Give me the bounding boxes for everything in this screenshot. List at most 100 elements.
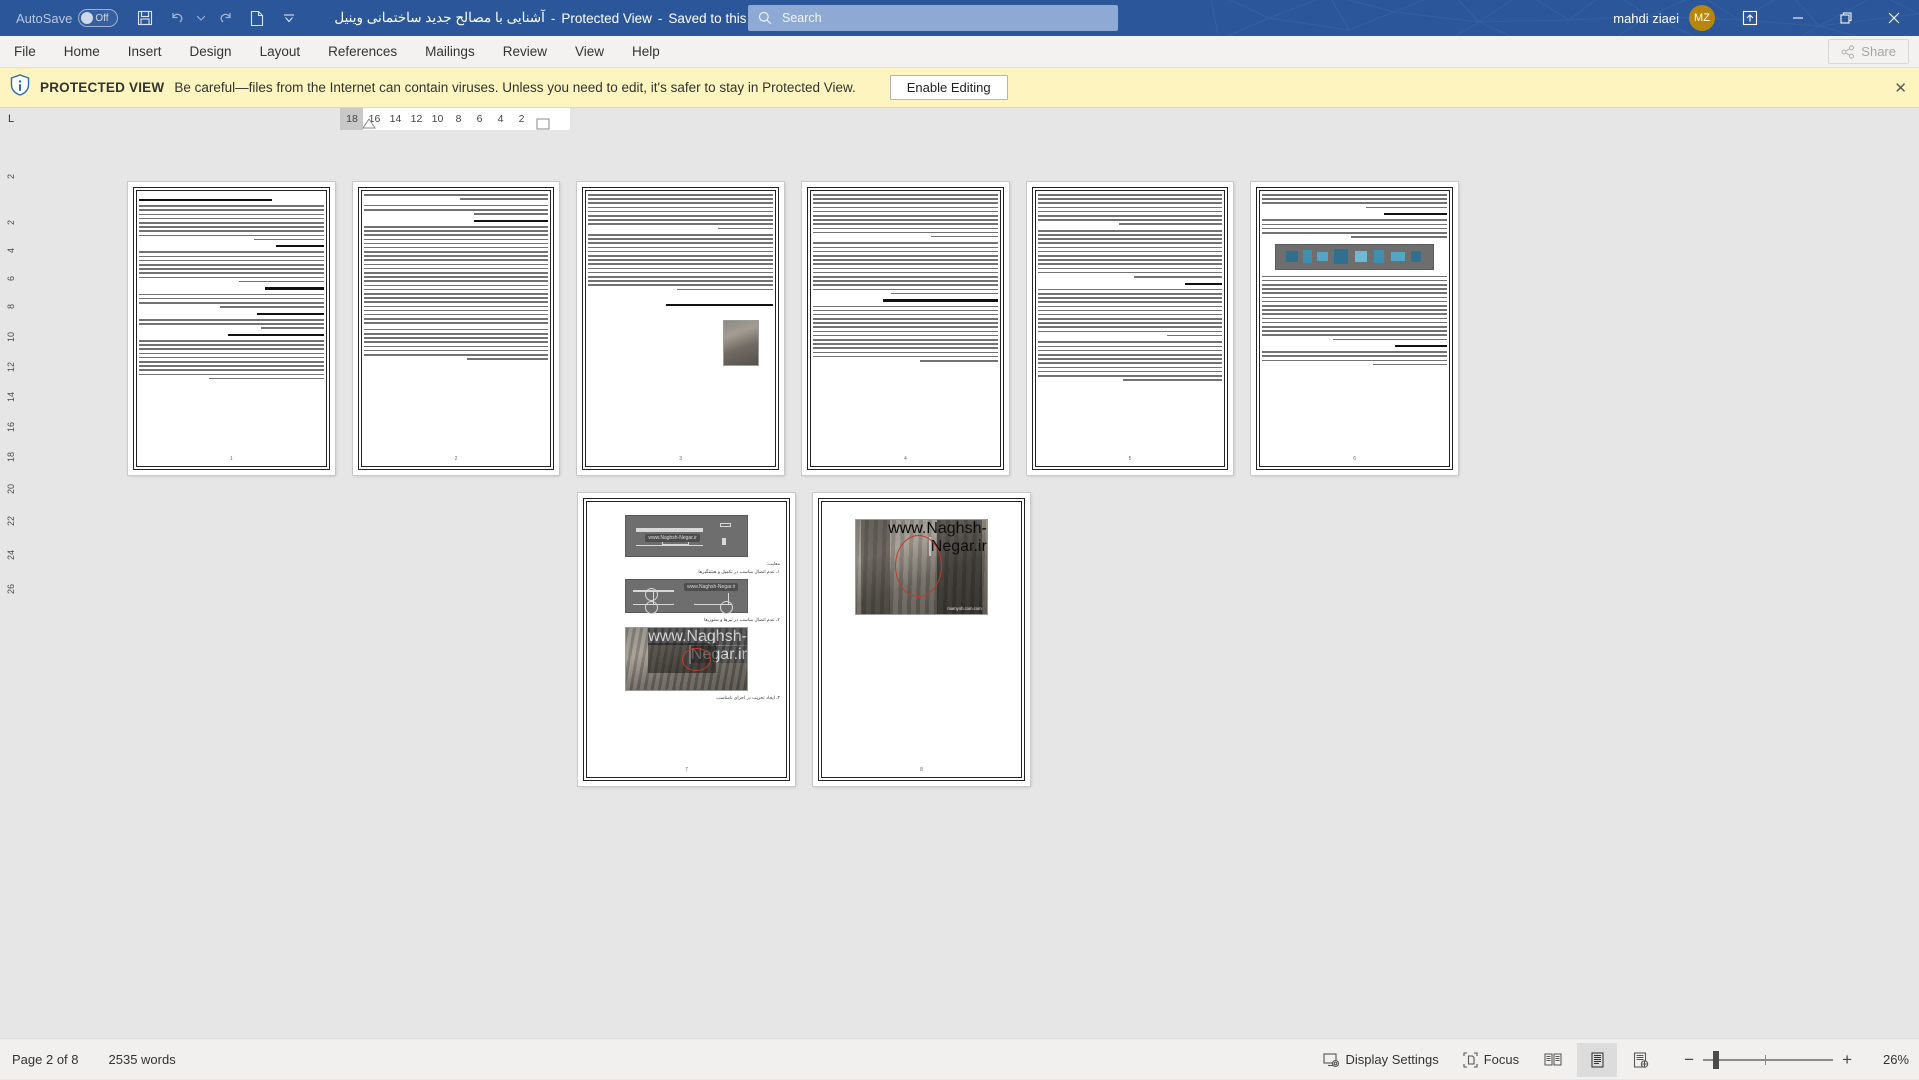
ribbon-display-options-icon[interactable] (1727, 0, 1773, 36)
ruler-tick: 4 (490, 113, 511, 125)
avatar[interactable]: MZ (1689, 5, 1715, 31)
page-content (588, 194, 773, 463)
autosave-label: AutoSave (16, 11, 72, 26)
ribbon-tab-bar: File Home Insert Design Layout Reference… (0, 36, 1919, 68)
close-button[interactable] (1871, 0, 1917, 36)
tab-view[interactable]: View (561, 36, 618, 68)
page-indicator[interactable]: Page 2 of 8 (12, 1052, 79, 1067)
print-layout-icon (1590, 1052, 1605, 1068)
page-thumbnail[interactable]: www.Naghsh-Negar.ir معایب: ۱ـ عدم اتصال … (578, 493, 795, 786)
autosave-switch[interactable]: Off (78, 9, 118, 27)
page-thumbnail[interactable]: www.Naghsh-Negar.ir mamyoh.com.com 8 (813, 493, 1030, 786)
tab-home[interactable]: Home (50, 36, 114, 68)
zoom-thumb[interactable] (1713, 1051, 1719, 1069)
page-thumbnail[interactable]: 1 (128, 182, 335, 475)
zoom-in-button[interactable]: + (1833, 1050, 1861, 1070)
image-caption: ۳ـ ایجاد تخریب در اجرای نامناسب (593, 695, 780, 701)
page-number: 8 (813, 767, 1030, 773)
indent-marker-icon[interactable] (362, 118, 376, 129)
vruler-tick: 2 (6, 174, 16, 179)
zoom-out-button[interactable]: − (1675, 1050, 1703, 1070)
page-number: 1 (128, 456, 335, 462)
page-thumbnail[interactable]: 3 (577, 182, 784, 475)
share-icon (1841, 45, 1855, 59)
search-input[interactable]: Search (748, 5, 1118, 31)
tab-references[interactable]: References (314, 36, 411, 68)
protected-view-bar: PROTECTED VIEW Be careful—files from the… (0, 68, 1919, 108)
tab-insert[interactable]: Insert (114, 36, 176, 68)
page-thumbnail[interactable]: 6 (1251, 182, 1458, 475)
page-thumbnail-area: 1 (128, 182, 1458, 804)
tab-file[interactable]: File (0, 36, 50, 68)
undo-dropdown-icon[interactable] (194, 4, 208, 32)
image-caption: ۱ـ عدم اتصال مناسب در تکمیل و هشتگیرها (593, 569, 780, 575)
protected-view-message: Be careful—files from the Internet can c… (174, 80, 855, 95)
web-layout-button[interactable] (1621, 1043, 1661, 1077)
document-name: آشنایی با مصالح جدید ساختمانی وینیل (334, 10, 544, 26)
autosave-state: Off (95, 13, 108, 24)
tab-review[interactable]: Review (489, 36, 561, 68)
share-button[interactable]: Share (1828, 39, 1909, 64)
vertical-ruler: 2 2 4 6 8 10 12 14 16 18 20 22 24 26 (0, 132, 22, 1038)
protected-view-indicator: Protected View (561, 11, 652, 26)
focus-button[interactable]: Focus (1453, 1039, 1529, 1080)
page-number: 5 (1027, 456, 1234, 462)
autosave-knob (81, 12, 93, 24)
page-number: 6 (1251, 456, 1458, 462)
focus-label: Focus (1484, 1052, 1519, 1067)
new-document-icon[interactable] (242, 4, 272, 32)
status-bar: Page 2 of 8 2535 words Display Settings … (0, 1038, 1919, 1079)
page-photo: www.Naghsh-Negar.ir (625, 627, 748, 691)
zoom-slider[interactable]: − + (1675, 1050, 1861, 1070)
ruler-bar: L 16 14 12 10 8 6 4 2 18 (0, 108, 1919, 130)
tab-mailings[interactable]: Mailings (411, 36, 489, 68)
redo-icon[interactable] (210, 4, 240, 32)
document-canvas[interactable]: 2 2 4 6 8 10 12 14 16 18 20 22 24 26 (0, 132, 1919, 1038)
read-mode-button[interactable] (1533, 1043, 1573, 1077)
page-thumbnail[interactable]: 5 (1027, 182, 1234, 475)
print-layout-button[interactable] (1577, 1043, 1617, 1077)
page-number: 3 (577, 456, 784, 462)
zoom-track[interactable] (1703, 1059, 1833, 1061)
undo-icon[interactable] (162, 4, 192, 32)
tab-design[interactable]: Design (176, 36, 246, 68)
word-count[interactable]: 2535 words (109, 1052, 176, 1067)
zoom-midpoint (1765, 1055, 1766, 1065)
page-content (813, 194, 998, 463)
focus-icon (1463, 1052, 1478, 1068)
protected-view-label: PROTECTED VIEW (40, 80, 164, 95)
page-content (364, 194, 549, 463)
page-content (1038, 194, 1223, 463)
ruler-tick: 10 (427, 113, 448, 125)
vruler-tick: 8 (6, 304, 16, 309)
customize-quick-access-icon[interactable] (274, 4, 304, 32)
autosave-toggle[interactable]: AutoSave Off (10, 7, 124, 29)
enable-editing-button[interactable]: Enable Editing (890, 75, 1008, 100)
image-credit: mamyoh.com.com (947, 606, 981, 611)
read-mode-icon (1544, 1052, 1562, 1067)
restore-button[interactable] (1823, 0, 1869, 36)
zoom-level[interactable]: 26% (1865, 1052, 1909, 1067)
title-separator-1: - (551, 11, 556, 26)
title-bar-right: mahdi ziaei MZ (1613, 0, 1919, 36)
ruler-tick: 2 (511, 113, 532, 125)
close-icon[interactable]: ✕ (1894, 79, 1907, 97)
display-settings-icon (1323, 1052, 1340, 1068)
vruler-tick: 6 (6, 276, 16, 281)
vruler-tick: 14 (6, 392, 16, 402)
minimize-button[interactable] (1775, 0, 1821, 36)
shield-info-icon (10, 74, 30, 101)
page-thumbnail[interactable]: 2 (353, 182, 560, 475)
vruler-tick: 10 (6, 332, 16, 342)
quick-access-toolbar: AutoSave Off (0, 4, 304, 32)
tab-stop-selector[interactable]: L (0, 108, 22, 130)
left-indent-marker-icon[interactable] (536, 118, 550, 130)
save-icon[interactable] (130, 4, 160, 32)
page-number: 2 (353, 456, 560, 462)
page-thumbnail[interactable]: 4 (802, 182, 1009, 475)
tab-layout[interactable]: Layout (246, 36, 315, 68)
account-name[interactable]: mahdi ziaei (1613, 11, 1679, 26)
display-settings-button[interactable]: Display Settings (1313, 1039, 1449, 1080)
ruler-tick: 12 (406, 113, 427, 125)
tab-help[interactable]: Help (618, 36, 674, 68)
